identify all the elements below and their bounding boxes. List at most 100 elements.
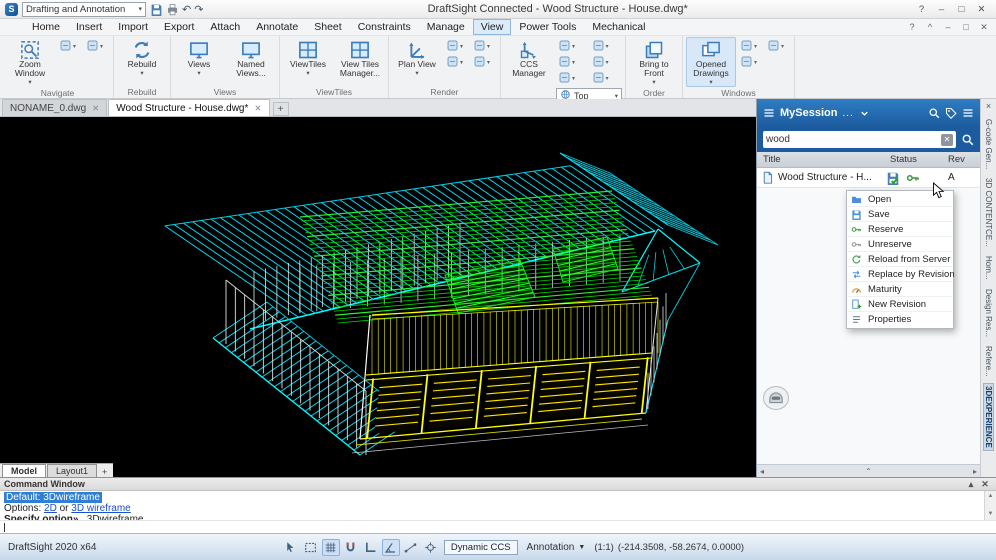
save-icon[interactable] <box>150 3 163 16</box>
ribbon-small-pan[interactable]: ▾ <box>57 39 83 54</box>
option-link-3d-wireframe[interactable]: 3D wireframe <box>71 503 130 514</box>
ribbon-button-bring-to-front[interactable]: Bring to Front ▾ <box>629 37 679 87</box>
status-toggle-pointer-icon[interactable] <box>282 539 300 556</box>
ribbon-small-cascade[interactable]: ▾ <box>738 39 764 54</box>
panel-menu-icon[interactable] <box>763 107 775 119</box>
ribbon-small-tile-vertically[interactable]: ▾ <box>738 55 764 70</box>
scroll-left-icon[interactable]: ◂ <box>760 467 764 476</box>
status-toggle-magnet-icon[interactable] <box>342 539 360 556</box>
menu-annotate[interactable]: Annotate <box>248 19 306 35</box>
context-menu-item-reserve[interactable]: Reserve <box>848 222 952 237</box>
menu-mechanical[interactable]: Mechanical <box>584 19 653 35</box>
search-input[interactable] <box>766 134 938 145</box>
side-tab-3dexperience[interactable]: 3DEXPERIENCE <box>983 383 994 452</box>
scroll-right-icon[interactable]: ▸ <box>973 467 977 476</box>
panel-tag-icon[interactable] <box>945 107 957 119</box>
status-toggle-grid-icon[interactable] <box>321 538 340 556</box>
side-tab-hom[interactable]: Hom... <box>984 254 993 282</box>
layout-tab-layout1[interactable]: Layout1 <box>47 464 98 477</box>
menu-import[interactable]: Import <box>110 19 156 35</box>
doc-tab-wood-structure-house-dwg[interactable]: Wood Structure - House.dwg* ✕ <box>108 99 270 116</box>
close-button[interactable]: ✕ <box>972 2 991 17</box>
column-status[interactable]: Status <box>890 154 948 165</box>
command-close-icon[interactable]: ✕ <box>978 479 992 490</box>
ribbon-small-ccs-world[interactable]: ▾ <box>556 39 582 54</box>
clear-search-icon[interactable]: ✕ <box>941 133 953 146</box>
ribbon-small-tile-horizontally[interactable]: ▾ <box>765 39 791 54</box>
menubar-control-[interactable]: – <box>940 22 956 33</box>
ribbon-small-ccs-entity[interactable]: ▾ <box>556 71 582 86</box>
menu-home[interactable]: Home <box>24 19 68 35</box>
result-row[interactable]: Wood Structure - H... A <box>757 168 980 188</box>
search-box[interactable]: ✕ <box>763 131 956 148</box>
context-menu-item-replace-by-revision[interactable]: Replace by Revision <box>848 267 955 282</box>
side-tab-g-code-gen[interactable]: G-code Gen... <box>984 117 993 171</box>
undo-icon[interactable]: ↶ <box>182 3 191 16</box>
menu-export[interactable]: Export <box>156 19 202 35</box>
ribbon-small-ccs-view[interactable]: ▾ <box>590 55 616 70</box>
ribbon-small-shade-2dwire[interactable]: ▾ <box>444 39 470 54</box>
doc-tab-noname-0-dwg[interactable]: NONAME_0.dwg ✕ <box>2 99 108 116</box>
ribbon-small-ccs-face[interactable]: ▾ <box>590 71 616 86</box>
help-button[interactable]: ? <box>912 2 931 17</box>
add-layout-button[interactable]: + <box>98 467 111 477</box>
panel-search-icon[interactable] <box>928 107 940 119</box>
status-toggle-crossh-icon[interactable] <box>422 539 440 556</box>
tab-close-icon[interactable]: ✕ <box>92 103 99 114</box>
ribbon-button-views[interactable]: Views ▾ <box>174 37 224 85</box>
search-submit-icon[interactable] <box>961 133 974 146</box>
ribbon-small-shade-shaded[interactable]: ▾ <box>471 55 497 70</box>
menubar-control-[interactable]: □ <box>958 22 974 33</box>
menu-sheet[interactable]: Sheet <box>306 19 349 35</box>
context-menu-item-save[interactable]: Save <box>848 207 952 222</box>
assistant-bubble-icon[interactable] <box>763 386 789 410</box>
context-menu-item-reload-from-server[interactable]: Reload from Server <box>848 252 952 267</box>
menu-attach[interactable]: Attach <box>202 19 248 35</box>
annotation-scale-dropdown[interactable]: Annotation ▼ <box>522 540 591 555</box>
menu-insert[interactable]: Insert <box>68 19 110 35</box>
maximize-button[interactable]: □ <box>952 2 971 17</box>
layout-tab-model[interactable]: Model <box>2 464 46 477</box>
context-menu-item-new-revision[interactable]: New Revision <box>848 297 952 312</box>
column-title[interactable]: Title <box>757 154 890 165</box>
side-tab-refere[interactable]: Refere... <box>984 344 993 379</box>
collapse-chevron-icon[interactable]: ⌃ <box>865 467 872 476</box>
option-link-2d[interactable]: 2D <box>44 503 57 514</box>
command-scrollbar[interactable]: ▲ ▼ <box>984 491 996 520</box>
menu-view[interactable]: View <box>472 19 512 35</box>
new-tab-button[interactable]: + <box>272 102 289 116</box>
dynamic-ccs-button[interactable]: Dynamic CCS <box>443 539 518 555</box>
tab-close-icon[interactable]: ✕ <box>254 103 261 114</box>
menubar-control-[interactable]: ? <box>904 22 920 33</box>
side-tab-3d-contentce[interactable]: 3D CONTENTCE... <box>984 176 993 249</box>
ribbon-button-viewtiles[interactable]: ViewTiles ▾ <box>283 37 333 85</box>
command-history[interactable]: Default: 3Dwireframe Options: 2D or 3D w… <box>0 491 996 520</box>
ribbon-button-plan-view[interactable]: Plan View ▾ <box>392 37 442 85</box>
menu-power-tools[interactable]: Power Tools <box>511 19 584 35</box>
column-rev[interactable]: Rev <box>948 154 980 165</box>
context-menu-item-maturity[interactable]: Maturity <box>848 282 952 297</box>
ribbon-button-view-tiles-manager[interactable]: View Tiles Manager... <box>335 37 385 85</box>
status-toggle-angle-icon[interactable] <box>381 538 400 556</box>
print-icon[interactable] <box>166 3 179 16</box>
ribbon-button-zoom-window[interactable]: Zoom Window ▾ <box>5 37 55 87</box>
ribbon-button-ccs-manager[interactable]: CCS Manager <box>504 37 554 85</box>
redo-icon[interactable]: ↷ <box>194 3 203 16</box>
ribbon-small-zoom-fit[interactable]: ▾ <box>84 39 110 54</box>
context-menu-item-open[interactable]: Open <box>848 192 952 207</box>
panel-chevron-down-icon[interactable] <box>859 108 870 119</box>
command-window-titlebar[interactable]: Command Window ▴ ✕ <box>0 478 996 491</box>
menubar-control-[interactable]: ✕ <box>976 22 992 33</box>
reserved-key-icon[interactable] <box>906 171 920 185</box>
status-toggle-node-icon[interactable] <box>402 539 420 556</box>
workspace-selector[interactable]: Drafting and Annotation ▾ <box>22 1 146 17</box>
context-menu-item-properties[interactable]: Properties <box>848 312 952 327</box>
command-collapse-icon[interactable]: ▴ <box>964 479 978 490</box>
ribbon-small-ccs-zaxis[interactable]: ▾ <box>556 55 582 70</box>
menu-constraints[interactable]: Constraints <box>350 19 419 35</box>
ribbon-small-shade-hidden[interactable]: ▾ <box>444 55 470 70</box>
saved-status-icon[interactable] <box>886 171 900 185</box>
status-toggle-dashrect-icon[interactable] <box>302 539 320 556</box>
ribbon-button-rebuild[interactable]: Rebuild ▾ <box>117 37 167 85</box>
drawing-canvas[interactable]: Model Layout1 + <box>0 117 756 477</box>
